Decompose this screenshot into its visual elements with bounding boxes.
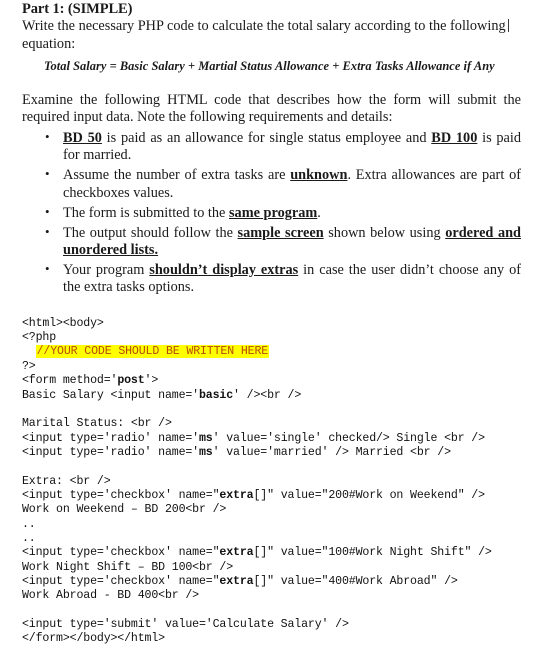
code-text: </form></body></html> <box>22 632 165 646</box>
code-line: Marital Status: <br /> <box>22 417 543 431</box>
emphasis-term: shouldn’t display extras <box>149 261 299 278</box>
code-bold-token: extra <box>219 488 254 502</box>
code-text: ?> <box>22 359 36 373</box>
code-line: ?> <box>22 360 543 374</box>
emphasis-term: BD 100 <box>431 129 478 146</box>
code-text: <html><body> <box>22 316 104 330</box>
requirement-item: Assume the number of extra tasks are unk… <box>22 166 521 202</box>
code-line: //YOUR CODE SHOULD BE WRITTEN HERE <box>22 345 543 359</box>
code-line: <?php <box>22 331 543 345</box>
emphasis-term: unknown <box>290 167 348 184</box>
requirement-item: Your program shouldn’t display extras in… <box>22 261 521 297</box>
prose-section: Part 1: (SIMPLE) Write the necessary PHP… <box>0 1 543 297</box>
code-line: </form></body></html> <box>22 632 543 646</box>
code-text: <input type='checkbox' name=" <box>22 546 220 560</box>
code-text: .. <box>22 517 36 531</box>
code-line: .. <box>22 518 543 532</box>
code-line: Extra: <br /> <box>22 475 543 489</box>
emphasis-term: same program <box>228 204 318 221</box>
code-text: '> <box>144 374 159 388</box>
code-line: Work on Weekend – BD 200<br /> <box>22 503 543 517</box>
code-text: Work on Weekend – BD 200<br /> <box>22 503 227 517</box>
code-text: Extra: <br /> <box>22 474 111 488</box>
code-text: .. <box>22 531 36 545</box>
code-text: Work Night Shift – BD 100<br /> <box>22 560 234 574</box>
code-line: <input type='checkbox' name="extra[]" va… <box>22 489 543 503</box>
code-text: ' /><br /> <box>233 388 302 402</box>
code-text: <?php <box>22 331 57 345</box>
salary-equation: Total Salary = Basic Salary + Martial St… <box>44 59 495 74</box>
code-line: <html><body> <box>22 317 543 331</box>
code-line: .. <box>22 532 543 546</box>
code-bold-token: basic <box>199 388 234 402</box>
code-bold-token: extra <box>219 574 254 588</box>
code-text: ' value='single' checked/> Single <br /> <box>212 431 485 445</box>
code-text: []" value="100#Work Night Shift" /> <box>253 546 492 560</box>
code-text: Basic Salary <input name=' <box>22 388 199 402</box>
code-text: Work Abroad - BD 400<br /> <box>22 589 199 603</box>
examine-paragraph: Examine the following HTML code that des… <box>22 91 521 126</box>
requirement-text: The form is submitted to the <box>63 204 229 221</box>
code-text: <input type='radio' name=' <box>22 431 199 445</box>
requirement-item: BD 50 is paid as an allowance for single… <box>22 129 521 165</box>
requirement-text: shown below using <box>323 224 446 241</box>
code-line: <input type='radio' name='ms' value='mar… <box>22 446 543 460</box>
code-text: <input type='checkbox' name=" <box>22 488 220 502</box>
code-highlight-comment: //YOUR CODE SHOULD BE WRITTEN HERE <box>35 345 270 359</box>
code-text: <form method=' <box>22 374 118 388</box>
code-bold-token: ms <box>199 431 213 445</box>
code-bold-token: post <box>117 374 145 388</box>
code-bold-token: extra <box>219 546 254 560</box>
code-text: <input type='radio' name=' <box>22 445 199 459</box>
requirement-text: Your program <box>63 261 150 278</box>
code-text: []" value="200#Work on Weekend" /> <box>253 488 485 502</box>
requirement-text: Assume the number of extra tasks are <box>63 167 291 184</box>
requirement-text: is paid as an allowance for single statu… <box>101 129 432 146</box>
code-text: ' value='married' /> Married <br /> <box>212 445 451 459</box>
code-text: <input type='checkbox' name=" <box>22 574 220 588</box>
requirement-item: The output should follow the sample scre… <box>22 224 521 260</box>
code-line: <form method='post'> <box>22 374 543 388</box>
code-listing: <html><body> <?php //YOUR CODE SHOULD BE … <box>0 317 543 647</box>
code-line: <input type='radio' name='ms' value='sin… <box>22 432 543 446</box>
code-text: <input type='submit' value='Calculate Sa… <box>22 618 349 632</box>
requirement-item: The form is submitted to the same progra… <box>22 204 521 222</box>
page-title: Part 1: (SIMPLE) <box>22 1 133 17</box>
code-bold-token: ms <box>199 445 213 459</box>
emphasis-term: sample screen <box>237 224 324 241</box>
code-text: []" value="400#Work Abroad" /> <box>253 574 458 588</box>
document-page: Part 1: (SIMPLE) Write the necessary PHP… <box>0 1 543 645</box>
code-line: <input type='checkbox' name="extra[]" va… <box>22 575 543 589</box>
intro-continuation: equation: <box>22 35 76 52</box>
code-line: Work Abroad - BD 400<br /> <box>22 589 543 603</box>
code-line: <input type='submit' value='Calculate Sa… <box>22 618 543 632</box>
emphasis-term: BD 50 <box>63 129 102 146</box>
intro-text: Write the necessary PHP code to calculat… <box>22 18 506 35</box>
intro-paragraph: Write the necessary PHP code to calculat… <box>22 18 521 53</box>
code-line: Basic Salary <input name='basic' /><br /… <box>22 389 543 403</box>
code-line: Work Night Shift – BD 100<br /> <box>22 561 543 575</box>
code-line: <input type='checkbox' name="extra[]" va… <box>22 546 543 560</box>
requirement-text: The output should follow the <box>63 224 238 241</box>
code-text: Marital Status: <br /> <box>22 417 172 431</box>
text-cursor-bar <box>507 19 509 33</box>
requirement-text: . <box>317 204 321 221</box>
requirements-list: BD 50 is paid as an allowance for single… <box>22 129 521 297</box>
